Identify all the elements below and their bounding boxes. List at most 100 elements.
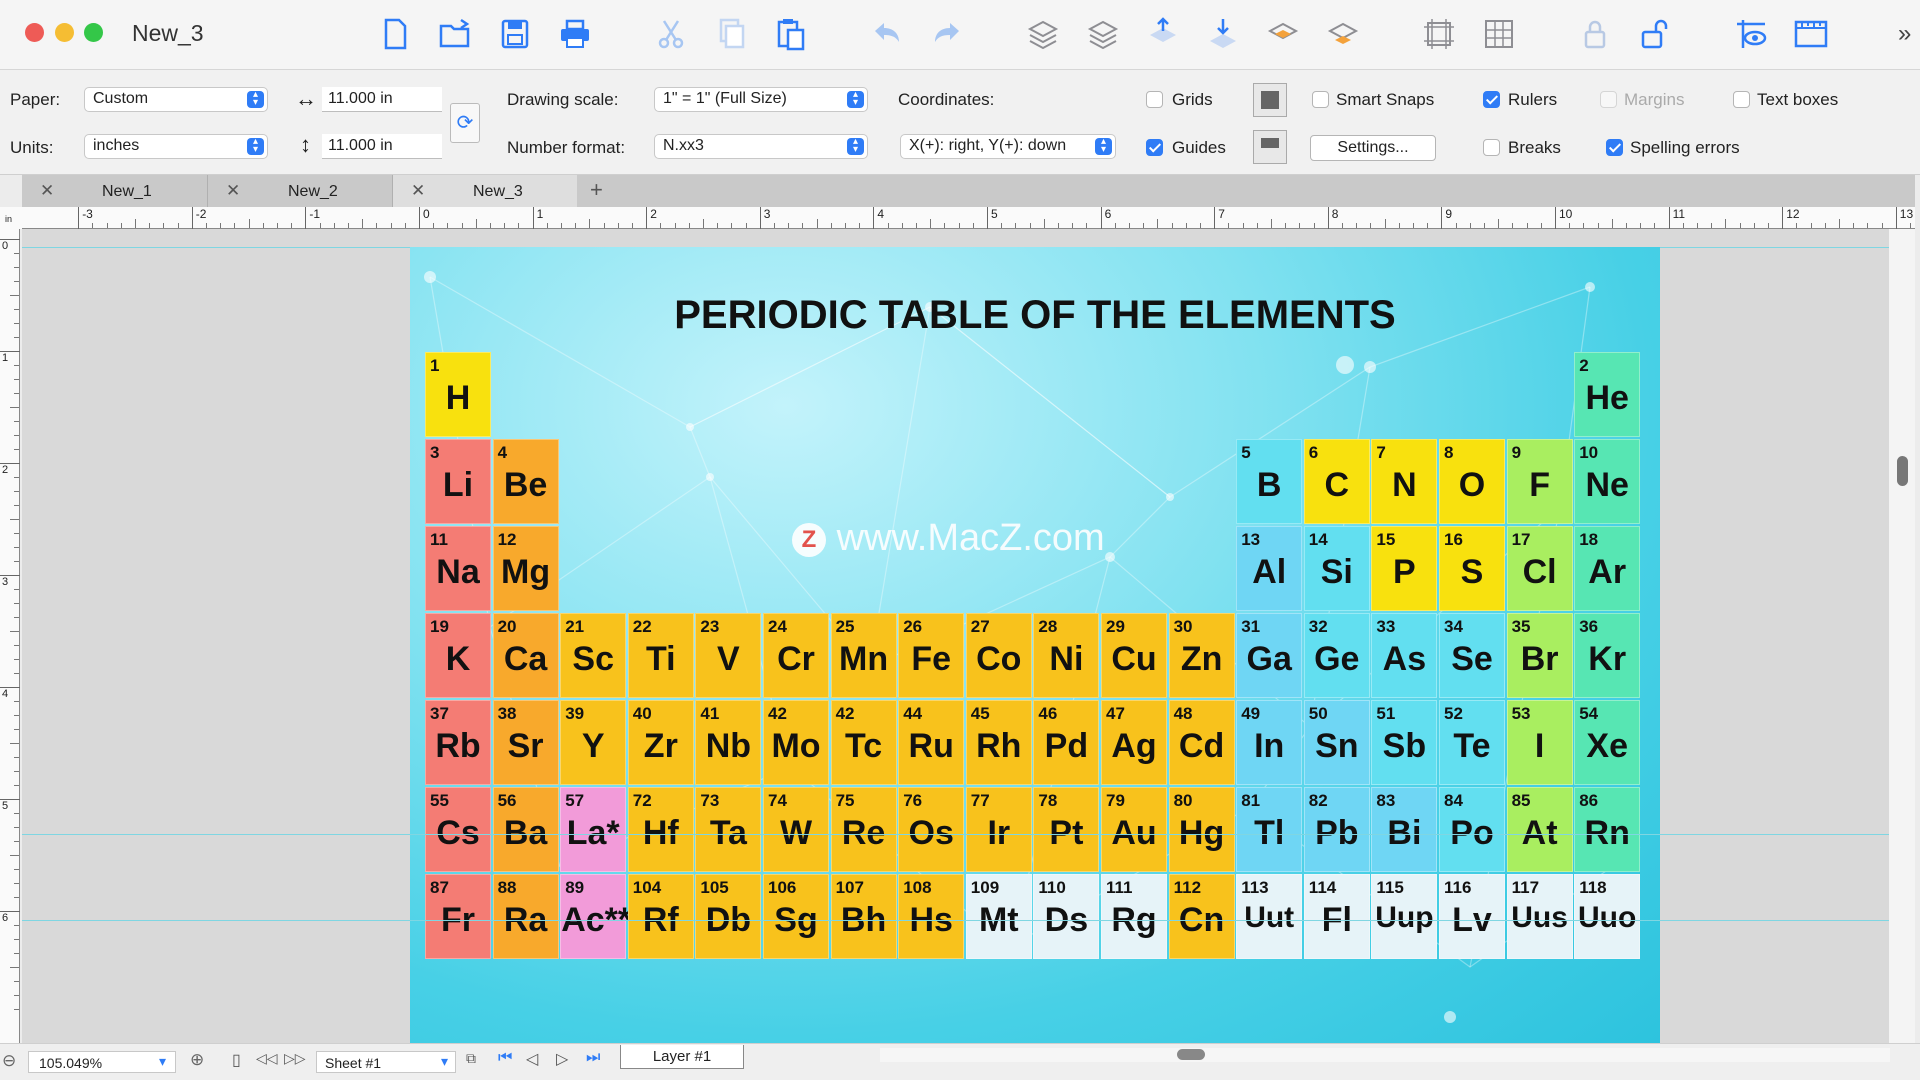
element-cell-s[interactable]: 16 S [1439, 526, 1505, 611]
element-cell-fl[interactable]: 114 Fl [1303, 874, 1370, 959]
element-cell-ds[interactable]: 110 Ds [1033, 874, 1100, 959]
element-cell-rh[interactable]: 45 Rh [965, 700, 1032, 785]
open-button[interactable] [432, 12, 478, 56]
element-cell-cr[interactable]: 24 Cr [763, 613, 829, 698]
element-cell-cl[interactable]: 17 Cl [1506, 526, 1573, 611]
close-tab-icon[interactable]: ✕ [411, 181, 425, 201]
page-icon[interactable]: ▯ [232, 1050, 241, 1070]
element-cell-f[interactable]: 9F [1506, 439, 1573, 524]
horizontal-scroll-thumb[interactable] [1177, 1049, 1205, 1060]
element-cell-pd[interactable]: 46 Pd [1033, 700, 1100, 785]
element-cell-ti[interactable]: 22 Ti [627, 613, 694, 698]
element-cell-ni[interactable]: 28 Ni [1033, 613, 1100, 698]
copy-button[interactable] [708, 12, 754, 56]
element-cell-n[interactable]: 7N [1371, 439, 1438, 524]
next-layer-icon[interactable]: ▷ [556, 1049, 568, 1069]
layers-alt-button[interactable] [1080, 12, 1126, 56]
element-cell-li[interactable]: 3 Li [425, 439, 491, 524]
grid-settings-icon[interactable] [1253, 83, 1287, 117]
element-cell-db[interactable]: 105 Db [695, 874, 762, 959]
zoom-out-icon[interactable]: ⊖ [2, 1051, 16, 1071]
settings-button[interactable]: Settings... [1310, 135, 1436, 161]
element-cell-cn[interactable]: 112 Cn [1168, 874, 1235, 959]
grids-checkbox[interactable] [1146, 91, 1163, 108]
element-cell-ba[interactable]: 56 Ba [492, 787, 559, 872]
spelling-errors-checkbox[interactable] [1606, 139, 1623, 156]
add-tab-icon[interactable]: + [590, 177, 603, 203]
element-cell-rn[interactable]: 86 Rn [1574, 787, 1641, 872]
element-cell-hg[interactable]: 80 Hg [1168, 787, 1235, 872]
minimize-window-button[interactable] [55, 23, 74, 42]
element-cell-ac[interactable]: 89 Ac** [560, 874, 631, 959]
element-cell-o[interactable]: 8O [1439, 439, 1505, 524]
element-cell-tl[interactable]: 81 Tl [1236, 787, 1303, 872]
element-cell-bh[interactable]: 107 Bh [830, 874, 897, 959]
document-page[interactable]: PERIODIC TABLE OF THE ELEMENTS 1 H 2 He 3 Li 4… [410, 247, 1660, 1043]
group-button[interactable] [1416, 12, 1462, 56]
tab-new-1[interactable]: ✕ New_1 [22, 175, 207, 207]
element-cell-cs[interactable]: 55 Cs [425, 787, 491, 872]
guide-line[interactable] [22, 920, 1889, 921]
element-cell-he[interactable]: 2 He [1574, 352, 1641, 437]
element-cell-xe[interactable]: 54 Xe [1574, 700, 1641, 785]
undo-button[interactable] [864, 12, 910, 56]
element-cell-fr[interactable]: 87 Fr [425, 874, 491, 959]
element-cell-os[interactable]: 76 Os [898, 787, 965, 872]
horizontal-ruler[interactable]: -3 -2 -1 0 1 2 3 4 5 6 7 8 9 10 11 12 13 [22, 207, 1915, 229]
next-sheet-icon[interactable]: ▷▷ [284, 1050, 306, 1067]
element-cell-p[interactable]: 15 P [1371, 526, 1438, 611]
previous-sheet-icon[interactable]: ◁◁ [256, 1050, 278, 1067]
cut-button[interactable] [648, 12, 694, 56]
element-cell-ru[interactable]: 44 Ru [898, 700, 965, 785]
element-cell-la[interactable]: 57 La* [560, 787, 627, 872]
vertical-scrollbar[interactable] [1889, 229, 1915, 1043]
save-button[interactable] [492, 12, 538, 56]
ruler-toggle-button[interactable] [1788, 12, 1834, 56]
element-cell-nb[interactable]: 41 Nb [695, 700, 762, 785]
layers-button[interactable] [1020, 12, 1066, 56]
previous-layer-icon[interactable]: ◁ [526, 1049, 538, 1069]
guides-checkbox[interactable] [1146, 139, 1163, 156]
element-cell-in[interactable]: 49 In [1236, 700, 1303, 785]
send-to-back-button[interactable] [1320, 12, 1366, 56]
element-cell-ca[interactable]: 20 Ca [492, 613, 559, 698]
guide-line[interactable] [22, 834, 1889, 835]
element-cell-au[interactable]: 79 Au [1101, 787, 1167, 872]
element-cell-mo[interactable]: 42 Mo [763, 700, 829, 785]
element-cell-v[interactable]: 23 V [695, 613, 762, 698]
element-cell-se[interactable]: 34 Se [1439, 613, 1505, 698]
new-document-button[interactable] [372, 12, 418, 56]
element-cell-sg[interactable]: 106 Sg [763, 874, 829, 959]
element-cell-uus[interactable]: 117 Uus [1506, 874, 1573, 959]
element-cell-rg[interactable]: 111 Rg [1101, 874, 1167, 959]
horizontal-scrollbar[interactable] [880, 1048, 1890, 1062]
element-cell-ag[interactable]: 47 Ag [1101, 700, 1167, 785]
element-cell-ta[interactable]: 73 Ta [695, 787, 762, 872]
drawing-scale-select[interactable]: 1" = 1" (Full Size) ▴ ▾ [654, 87, 868, 112]
width-field[interactable]: 11.000 in [322, 87, 442, 112]
element-cell-at[interactable]: 85 At [1506, 787, 1573, 872]
element-cell-cu[interactable]: 29 Cu [1101, 613, 1167, 698]
element-cell-al[interactable]: 13 Al [1236, 526, 1303, 611]
last-layer-icon[interactable]: ⏭ [586, 1049, 600, 1067]
show-guides-button[interactable] [1728, 12, 1774, 56]
smart-snaps-checkbox[interactable] [1312, 91, 1329, 108]
element-cell-i[interactable]: 53 I [1506, 700, 1573, 785]
zoom-select[interactable]: 105.049% ▾ [28, 1051, 176, 1073]
element-cell-zn[interactable]: 30 Zn [1168, 613, 1235, 698]
send-backward-button[interactable] [1200, 12, 1246, 56]
element-cell-c[interactable]: 6C [1303, 439, 1370, 524]
element-cell-na[interactable]: 11 Na [425, 526, 491, 611]
element-cell-y[interactable]: 39 Y [560, 700, 627, 785]
bring-to-front-button[interactable] [1260, 12, 1306, 56]
close-window-button[interactable] [25, 23, 44, 42]
element-cell-zr[interactable]: 40 Zr [627, 700, 694, 785]
element-cell-tc[interactable]: 42 Tc [830, 700, 897, 785]
element-cell-ge[interactable]: 32 Ge [1303, 613, 1370, 698]
element-cell-ra[interactable]: 88 Ra [492, 874, 559, 959]
element-cell-mg[interactable]: 12 Mg [492, 526, 559, 611]
breaks-checkbox[interactable] [1483, 139, 1500, 156]
rulers-checkbox[interactable] [1483, 91, 1500, 108]
element-cell-kr[interactable]: 36 Kr [1574, 613, 1641, 698]
drawing-canvas[interactable]: PERIODIC TABLE OF THE ELEMENTS 1 H 2 He 3 Li 4… [22, 229, 1889, 1043]
